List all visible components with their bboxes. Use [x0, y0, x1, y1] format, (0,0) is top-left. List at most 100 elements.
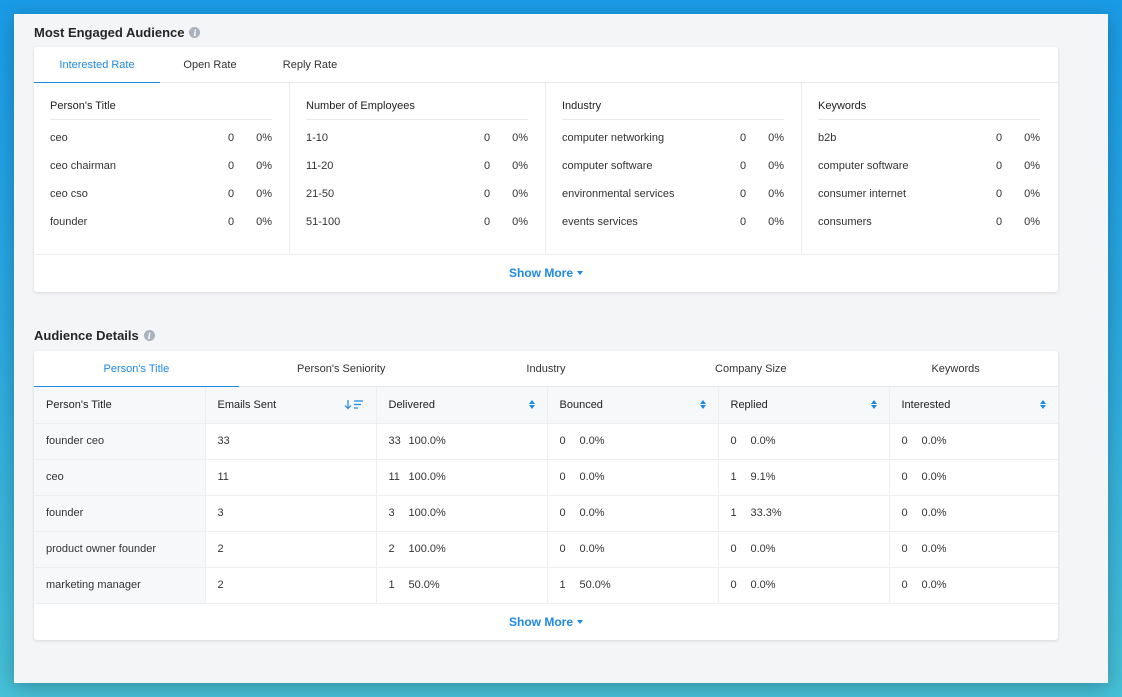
sort-icon[interactable]: [699, 400, 706, 410]
cell-replied: 0 0.0%: [718, 423, 890, 460]
item-pct: 0%: [256, 132, 272, 144]
header-label: Bounced: [559, 398, 603, 411]
item-count: 0: [228, 188, 235, 200]
sort-icon[interactable]: [1040, 400, 1046, 410]
item-name: computer software: [562, 160, 653, 172]
sort-desc-icon[interactable]: [344, 399, 364, 410]
column-heading: Number of Employees: [306, 97, 528, 120]
details-show-more-button[interactable]: Show More: [34, 604, 1058, 640]
item-name: consumers: [818, 216, 872, 228]
tab-reply-rate[interactable]: Reply Rate: [260, 47, 360, 82]
bounced-count: 1: [559, 579, 566, 591]
list-item: computer software 0 0%: [562, 160, 784, 188]
tab-industry[interactable]: Industry: [444, 351, 649, 386]
replied-count: 0: [730, 543, 737, 555]
item-name: consumer internet: [818, 188, 907, 200]
item-pct: 0%: [512, 160, 528, 172]
column-header[interactable]: Replied: [718, 387, 890, 424]
sort-icon[interactable]: [870, 400, 877, 410]
replied-percent: 33.3%: [750, 507, 782, 519]
tab-persons-title[interactable]: Person's Title: [34, 351, 239, 387]
item-pct: 0%: [1024, 160, 1040, 172]
interested-count: 0: [901, 471, 908, 483]
bounced-percent: 0.0%: [579, 471, 605, 483]
tab-persons-seniority[interactable]: Person's Seniority: [239, 351, 444, 386]
item-count: 0: [740, 132, 747, 144]
delivered-count: 3: [388, 507, 395, 519]
delivered-percent: 100.0%: [408, 507, 446, 519]
item-count: 0: [484, 216, 491, 228]
cell-bounced: 1 50.0%: [547, 567, 719, 604]
list-item: 11-20 0 0%: [306, 160, 528, 188]
replied-count: 1: [730, 507, 737, 519]
details-card: Person's Title Person's Seniority Industry…: [34, 351, 1058, 640]
item-name: 11-20: [306, 160, 334, 172]
header-label: Interested: [901, 398, 951, 411]
tab-company-size[interactable]: Company Size: [648, 351, 853, 386]
cell-sent: 11: [205, 459, 377, 496]
item-pct: 0%: [1024, 132, 1040, 144]
replied-percent: 0.0%: [750, 543, 776, 555]
interested-count: 0: [901, 579, 908, 591]
list-item: b2b 0 0%: [818, 132, 1040, 160]
bounced-count: 0: [559, 543, 566, 555]
engaged-card: Interested Rate Open Rate Reply Rate Per…: [34, 47, 1058, 292]
interested-count: 0: [901, 435, 908, 447]
item-name: 1-10: [306, 132, 329, 144]
cell-interested: 0 0.0%: [889, 567, 1058, 604]
bounced-count: 0: [559, 435, 566, 447]
tab-keywords[interactable]: Keywords: [853, 351, 1058, 386]
column-heading: Keywords: [818, 97, 1040, 120]
cell-bounced: 0 0.0%: [547, 495, 719, 532]
info-icon[interactable]: i: [143, 330, 155, 341]
cell-bounced: 0 0.0%: [547, 459, 719, 496]
item-name: founder: [50, 216, 88, 228]
replied-percent: 0.0%: [750, 579, 776, 591]
info-icon[interactable]: i: [189, 27, 201, 38]
app-window: Most Engaged Audience i Interested Rate …: [14, 14, 1108, 683]
tab-interested-rate[interactable]: Interested Rate: [34, 47, 160, 83]
replied-count: 0: [730, 579, 737, 591]
engaged-column: Keywords b2b 0 0% computer software 0 0% consum…: [802, 83, 1058, 254]
header-label: Person's Title: [46, 398, 112, 411]
bounced-percent: 0.0%: [579, 543, 605, 555]
item-name: ceo: [50, 132, 68, 144]
item-pct: 0%: [768, 216, 784, 228]
column-header[interactable]: Emails Sent: [205, 387, 377, 424]
list-item: environmental services 0 0%: [562, 188, 784, 216]
cell-interested: 0 0.0%: [889, 459, 1058, 496]
interested-count: 0: [901, 543, 908, 555]
item-count: 0: [996, 160, 1003, 172]
column-header[interactable]: Interested: [889, 387, 1058, 424]
interested-percent: 0.0%: [921, 579, 947, 591]
item-count: 0: [484, 132, 491, 144]
item-count: 0: [484, 188, 491, 200]
list-item: computer software 0 0%: [818, 160, 1040, 188]
cell-title: marketing manager: [34, 567, 206, 604]
item-count: 0: [228, 132, 235, 144]
engaged-column: Industry computer networking 0 0% computer s…: [546, 83, 802, 254]
delivered-percent: 100.0%: [408, 435, 446, 447]
engaged-show-more-button[interactable]: Show More: [34, 255, 1058, 291]
item-count: 0: [484, 160, 491, 172]
column-header[interactable]: Delivered: [376, 387, 548, 424]
column-header[interactable]: Bounced: [547, 387, 719, 424]
item-name: 21-50: [306, 188, 335, 200]
cell-sent: 3: [205, 495, 377, 532]
cell-title: founder: [34, 495, 206, 532]
cell-delivered: 1 50.0%: [376, 567, 548, 604]
column-heading: Person's Title: [50, 97, 272, 120]
delivered-percent: 50.0%: [408, 579, 440, 591]
delivered-count: 1: [388, 579, 395, 591]
interested-percent: 0.0%: [921, 471, 947, 483]
engaged-column: Person's Title ceo 0 0% ceo chairman 0 0% ceo c…: [34, 83, 290, 254]
cell-bounced: 0 0.0%: [547, 531, 719, 568]
delivered-count: 11: [388, 471, 400, 483]
details-title-text: Audience Details: [34, 328, 139, 343]
replied-count: 0: [730, 435, 737, 447]
item-name: ceo cso: [50, 188, 88, 200]
tab-open-rate[interactable]: Open Rate: [160, 47, 260, 82]
item-name: ceo chairman: [50, 160, 117, 172]
sort-icon[interactable]: [528, 400, 535, 410]
replied-count: 1: [730, 471, 737, 483]
